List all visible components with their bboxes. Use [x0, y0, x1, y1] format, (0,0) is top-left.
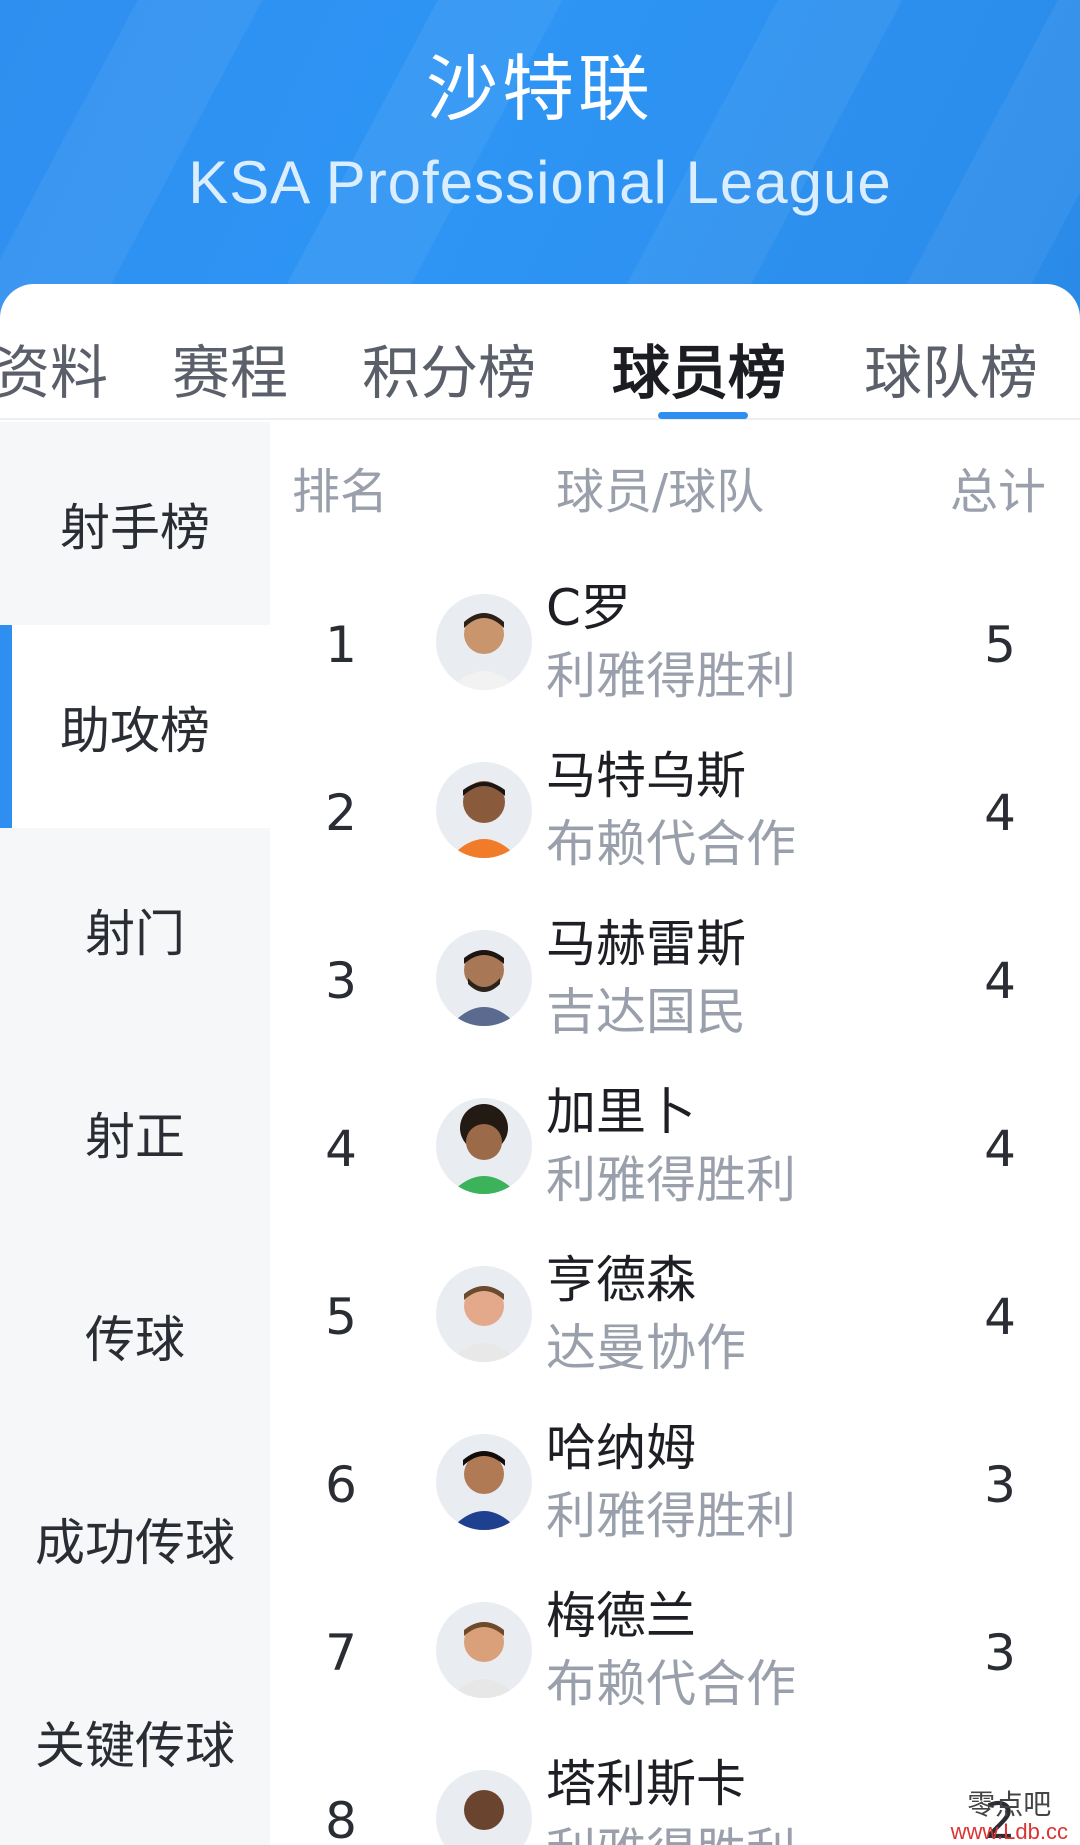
sidebar-item-passes[interactable]: 传球	[0, 1234, 270, 1437]
player-photo-icon	[436, 1266, 532, 1362]
row-rank: 3	[325, 952, 357, 1010]
sidebar-item-goals[interactable]: 射手榜	[0, 422, 270, 625]
sidebar-item-label: 助攻榜	[60, 701, 210, 760]
row-total: 4	[984, 1288, 1016, 1346]
table-row[interactable]: 7 梅德兰 布赖代合作 3	[270, 1582, 1080, 1750]
player-name: 亨德森	[546, 1251, 696, 1309]
row-total: 4	[984, 952, 1016, 1010]
player-team: 布赖代合作	[546, 1655, 796, 1713]
active-tab-indicator	[658, 412, 748, 419]
row-total: 4	[984, 1120, 1016, 1178]
tab-standings[interactable]: 积分榜	[362, 326, 536, 410]
row-total: 3	[984, 1456, 1016, 1514]
league-title: 沙特联	[425, 47, 654, 131]
player-name: 加里卜	[546, 1083, 696, 1141]
player-photo-icon	[436, 930, 532, 1026]
column-header-rank: 排名	[292, 464, 389, 520]
tab-team-rankings[interactable]: 球队榜	[864, 326, 1038, 410]
player-name: 马赫雷斯	[546, 915, 746, 973]
watermark-url: www.Ldb.cc	[950, 1819, 1068, 1844]
row-rank: 8	[325, 1792, 357, 1845]
row-total: 4	[984, 784, 1016, 842]
player-photo-icon	[436, 1602, 532, 1698]
row-rank: 1	[325, 616, 357, 674]
row-rank: 7	[325, 1624, 357, 1682]
table-row[interactable]: 1 C罗 利雅得胜利 5	[270, 574, 1080, 742]
table-row[interactable]: 5 亨德森 达曼协作 4	[270, 1246, 1080, 1414]
player-team: 布赖代合作	[546, 815, 796, 873]
player-photo-icon	[436, 1098, 532, 1194]
row-rank: 4	[325, 1120, 357, 1178]
sidebar-item-label: 射正	[85, 1107, 185, 1166]
player-team: 吉达国民	[546, 983, 746, 1041]
tab-schedule[interactable]: 赛程	[172, 326, 288, 410]
row-rank: 5	[325, 1288, 357, 1346]
content-panel: 资料 赛程 积分榜 球员榜 球队榜 射手榜 助攻榜 射门 射正 传球 成功传球 …	[0, 284, 1080, 1845]
player-team: 利雅得胜利	[546, 647, 796, 705]
sidebar-item-successful-passes[interactable]: 成功传球	[0, 1437, 270, 1640]
league-subtitle: KSA Professional League	[188, 149, 892, 216]
site-watermark: 零点吧 www.Ldb.cc	[951, 1791, 1068, 1843]
player-name: 哈纳姆	[546, 1419, 696, 1477]
row-total: 5	[984, 616, 1016, 674]
sidebar-item-key-passes[interactable]: 关键传球	[0, 1640, 270, 1843]
table-row[interactable]: 3 马赫雷斯 吉达国民 4	[270, 910, 1080, 1078]
league-header: 沙特联 KSA Professional League	[0, 0, 1080, 320]
sidebar-item-label: 传球	[85, 1310, 185, 1369]
player-name: 马特乌斯	[546, 747, 746, 805]
row-rank: 6	[325, 1456, 357, 1514]
player-name: C罗	[546, 579, 631, 637]
table-row[interactable]: 2 马特乌斯 布赖代合作 4	[270, 742, 1080, 910]
player-team: 达曼协作	[546, 1319, 746, 1377]
player-name: 梅德兰	[546, 1587, 696, 1645]
watermark-name: 零点吧	[967, 1788, 1052, 1821]
sidebar-item-assists[interactable]: 助攻榜	[0, 625, 270, 828]
sidebar-item-label: 射门	[85, 904, 185, 963]
column-header-player: 球员/球队	[556, 464, 765, 520]
sidebar-item-shots-on-target[interactable]: 射正	[0, 1031, 270, 1234]
player-name: 塔利斯卡	[546, 1755, 746, 1813]
row-rank: 2	[325, 784, 357, 842]
column-header-total: 总计	[950, 464, 1047, 520]
tab-player-rankings[interactable]: 球员榜	[612, 326, 786, 410]
table-row[interactable]: 6 哈纳姆 利雅得胜利 3	[270, 1414, 1080, 1582]
sidebar-item-label: 射手榜	[60, 498, 210, 557]
table-row[interactable]: 4 加里卜 利雅得胜利 4	[270, 1078, 1080, 1246]
player-team: 利雅得胜利	[546, 1812, 796, 1845]
tab-info[interactable]: 资料	[0, 326, 108, 410]
row-total: 3	[984, 1624, 1016, 1682]
player-photo-icon	[436, 594, 532, 690]
tab-bar: 资料 赛程 积分榜 球员榜 球队榜	[0, 284, 1080, 420]
sidebar-item-label: 关键传球	[35, 1716, 235, 1775]
player-team: 利雅得胜利	[546, 1487, 796, 1545]
player-team: 利雅得胜利	[546, 1151, 796, 1209]
player-ranking-table: 排名 球员/球队 总计 1 C罗 利雅得胜利 5 2 马特乌斯 布赖代合作 4 …	[270, 422, 1080, 1845]
stat-category-sidebar: 射手榜 助攻榜 射门 射正 传球 成功传球 关键传球	[0, 422, 270, 1845]
player-photo-icon	[436, 1434, 532, 1530]
player-photo-icon	[436, 1770, 532, 1845]
sidebar-item-shots[interactable]: 射门	[0, 828, 270, 1031]
sidebar-item-label: 成功传球	[35, 1513, 235, 1572]
player-photo-icon	[436, 762, 532, 858]
